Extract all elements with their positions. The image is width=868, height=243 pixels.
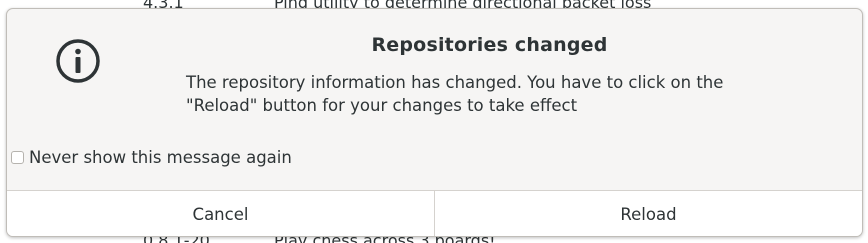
- never-show-again-label[interactable]: Never show this message again: [29, 148, 292, 167]
- never-show-again-checkbox[interactable]: [11, 150, 24, 164]
- dialog-message-line: The repository information has changed. …: [186, 73, 724, 92]
- reload-button[interactable]: Reload: [434, 191, 862, 236]
- dialog-message: The repository information has changed. …: [186, 71, 826, 117]
- dialog-title: Repositories changed: [371, 34, 608, 56]
- repositories-changed-dialog: Repositories changed The repository info…: [6, 8, 863, 237]
- cancel-button[interactable]: Cancel: [7, 191, 434, 236]
- never-show-again-row[interactable]: Never show this message again: [11, 147, 292, 167]
- dialog-message-line: "Reload" button for your changes to take…: [186, 96, 578, 115]
- dialog-button-bar: Cancel Reload: [7, 190, 862, 236]
